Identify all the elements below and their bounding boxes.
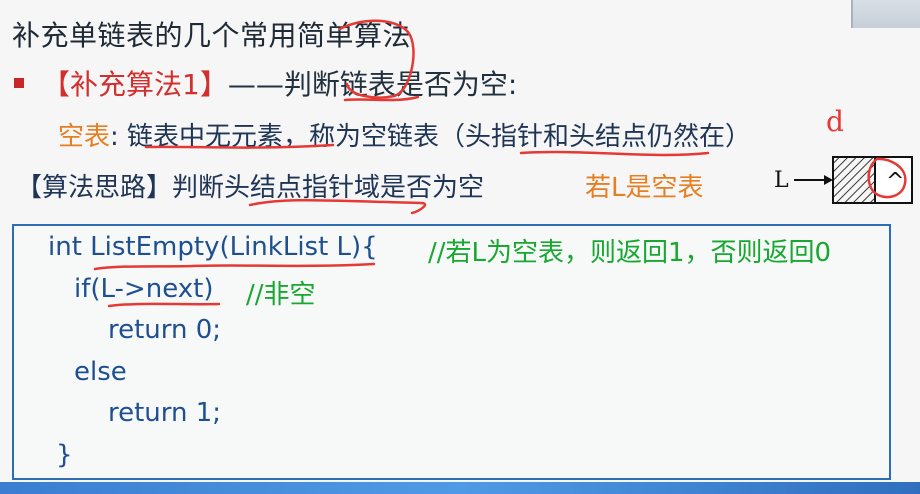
code-line-4: else xyxy=(74,357,127,387)
idea-text: 判断头结点指针域是否为空 xyxy=(172,173,485,203)
definition-colon: : xyxy=(110,122,119,152)
empty-list-diagram: L ^ xyxy=(774,156,913,204)
code-line-1: int ListEmpty(LinkList L){ xyxy=(48,232,378,262)
definition-label: 空表 xyxy=(58,122,111,152)
code-line-3: return 0; xyxy=(108,315,222,345)
section-title: 判断链表是否为空: xyxy=(283,68,518,101)
section-dash: —— xyxy=(227,68,284,101)
idea-label: 【算法思路】 xyxy=(16,173,173,203)
diagram-null-symbol: ^ xyxy=(886,169,904,194)
code-line-5: return 1; xyxy=(108,398,222,428)
section-heading: 【补充算法1】——判断链表是否为空: xyxy=(42,63,517,103)
code-comment-2: //非空 xyxy=(246,280,316,310)
diagram-arrowhead-icon xyxy=(824,175,833,185)
code-line-2: if(L->next) xyxy=(74,274,214,304)
bullet-square-icon xyxy=(14,78,24,88)
code-line-1-text: int ListEmpty(LinkList L){ xyxy=(48,232,378,262)
bottom-taskbar xyxy=(0,482,920,494)
idea-line: 【算法思路】判断头结点指针域是否为空 xyxy=(16,167,484,204)
diagram-l-label: L xyxy=(774,168,789,193)
definition-text: 链表中无元素，称为空链表（头指针和头结点仍然在） xyxy=(127,122,752,152)
code-comment-1: //若L为空表，则返回1，否则返回0 xyxy=(428,238,832,268)
idea-note: 若L是空表 xyxy=(585,173,704,203)
slide-title: 补充单链表的几个常用简单算法 xyxy=(12,19,412,52)
handwritten-d: d xyxy=(826,105,844,138)
section-tag: 【补充算法1】 xyxy=(42,68,228,101)
diagram-node-data xyxy=(832,156,876,204)
webcam-overlay xyxy=(851,0,920,28)
code-line-6: } xyxy=(56,440,73,470)
definition-line: 空表: 链表中无元素，称为空链表（头指针和头结点仍然在） xyxy=(58,116,751,153)
